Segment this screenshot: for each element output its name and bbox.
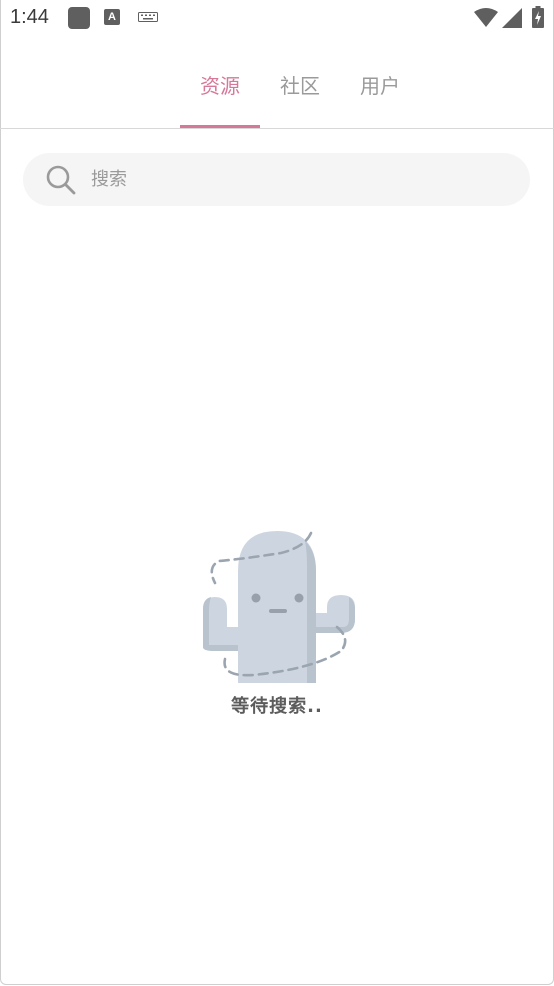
battery-charging-icon [532,6,544,28]
keyboard-icon [138,12,158,22]
wifi-icon [474,8,498,27]
tab-community[interactable]: 社区 [260,70,340,99]
notification-app-icon [68,7,90,29]
signal-icon [502,8,522,28]
empty-state-message: 等待搜索.. [231,696,323,717]
tab-resources[interactable]: 资源 [180,70,260,99]
keyboard-input-icon: A [104,9,120,25]
app-frame [0,0,554,985]
active-tab-indicator [180,125,260,128]
search-bar[interactable] [23,153,530,206]
search-input[interactable] [91,153,511,206]
tab-users[interactable]: 用户 [340,70,420,99]
tab-bar: 资源 社区 用户 [0,38,554,129]
search-icon [46,165,76,195]
status-time: 1:44 [10,6,49,28]
status-bar: 1:44 A [0,0,554,38]
cactus-icon [203,531,355,683]
